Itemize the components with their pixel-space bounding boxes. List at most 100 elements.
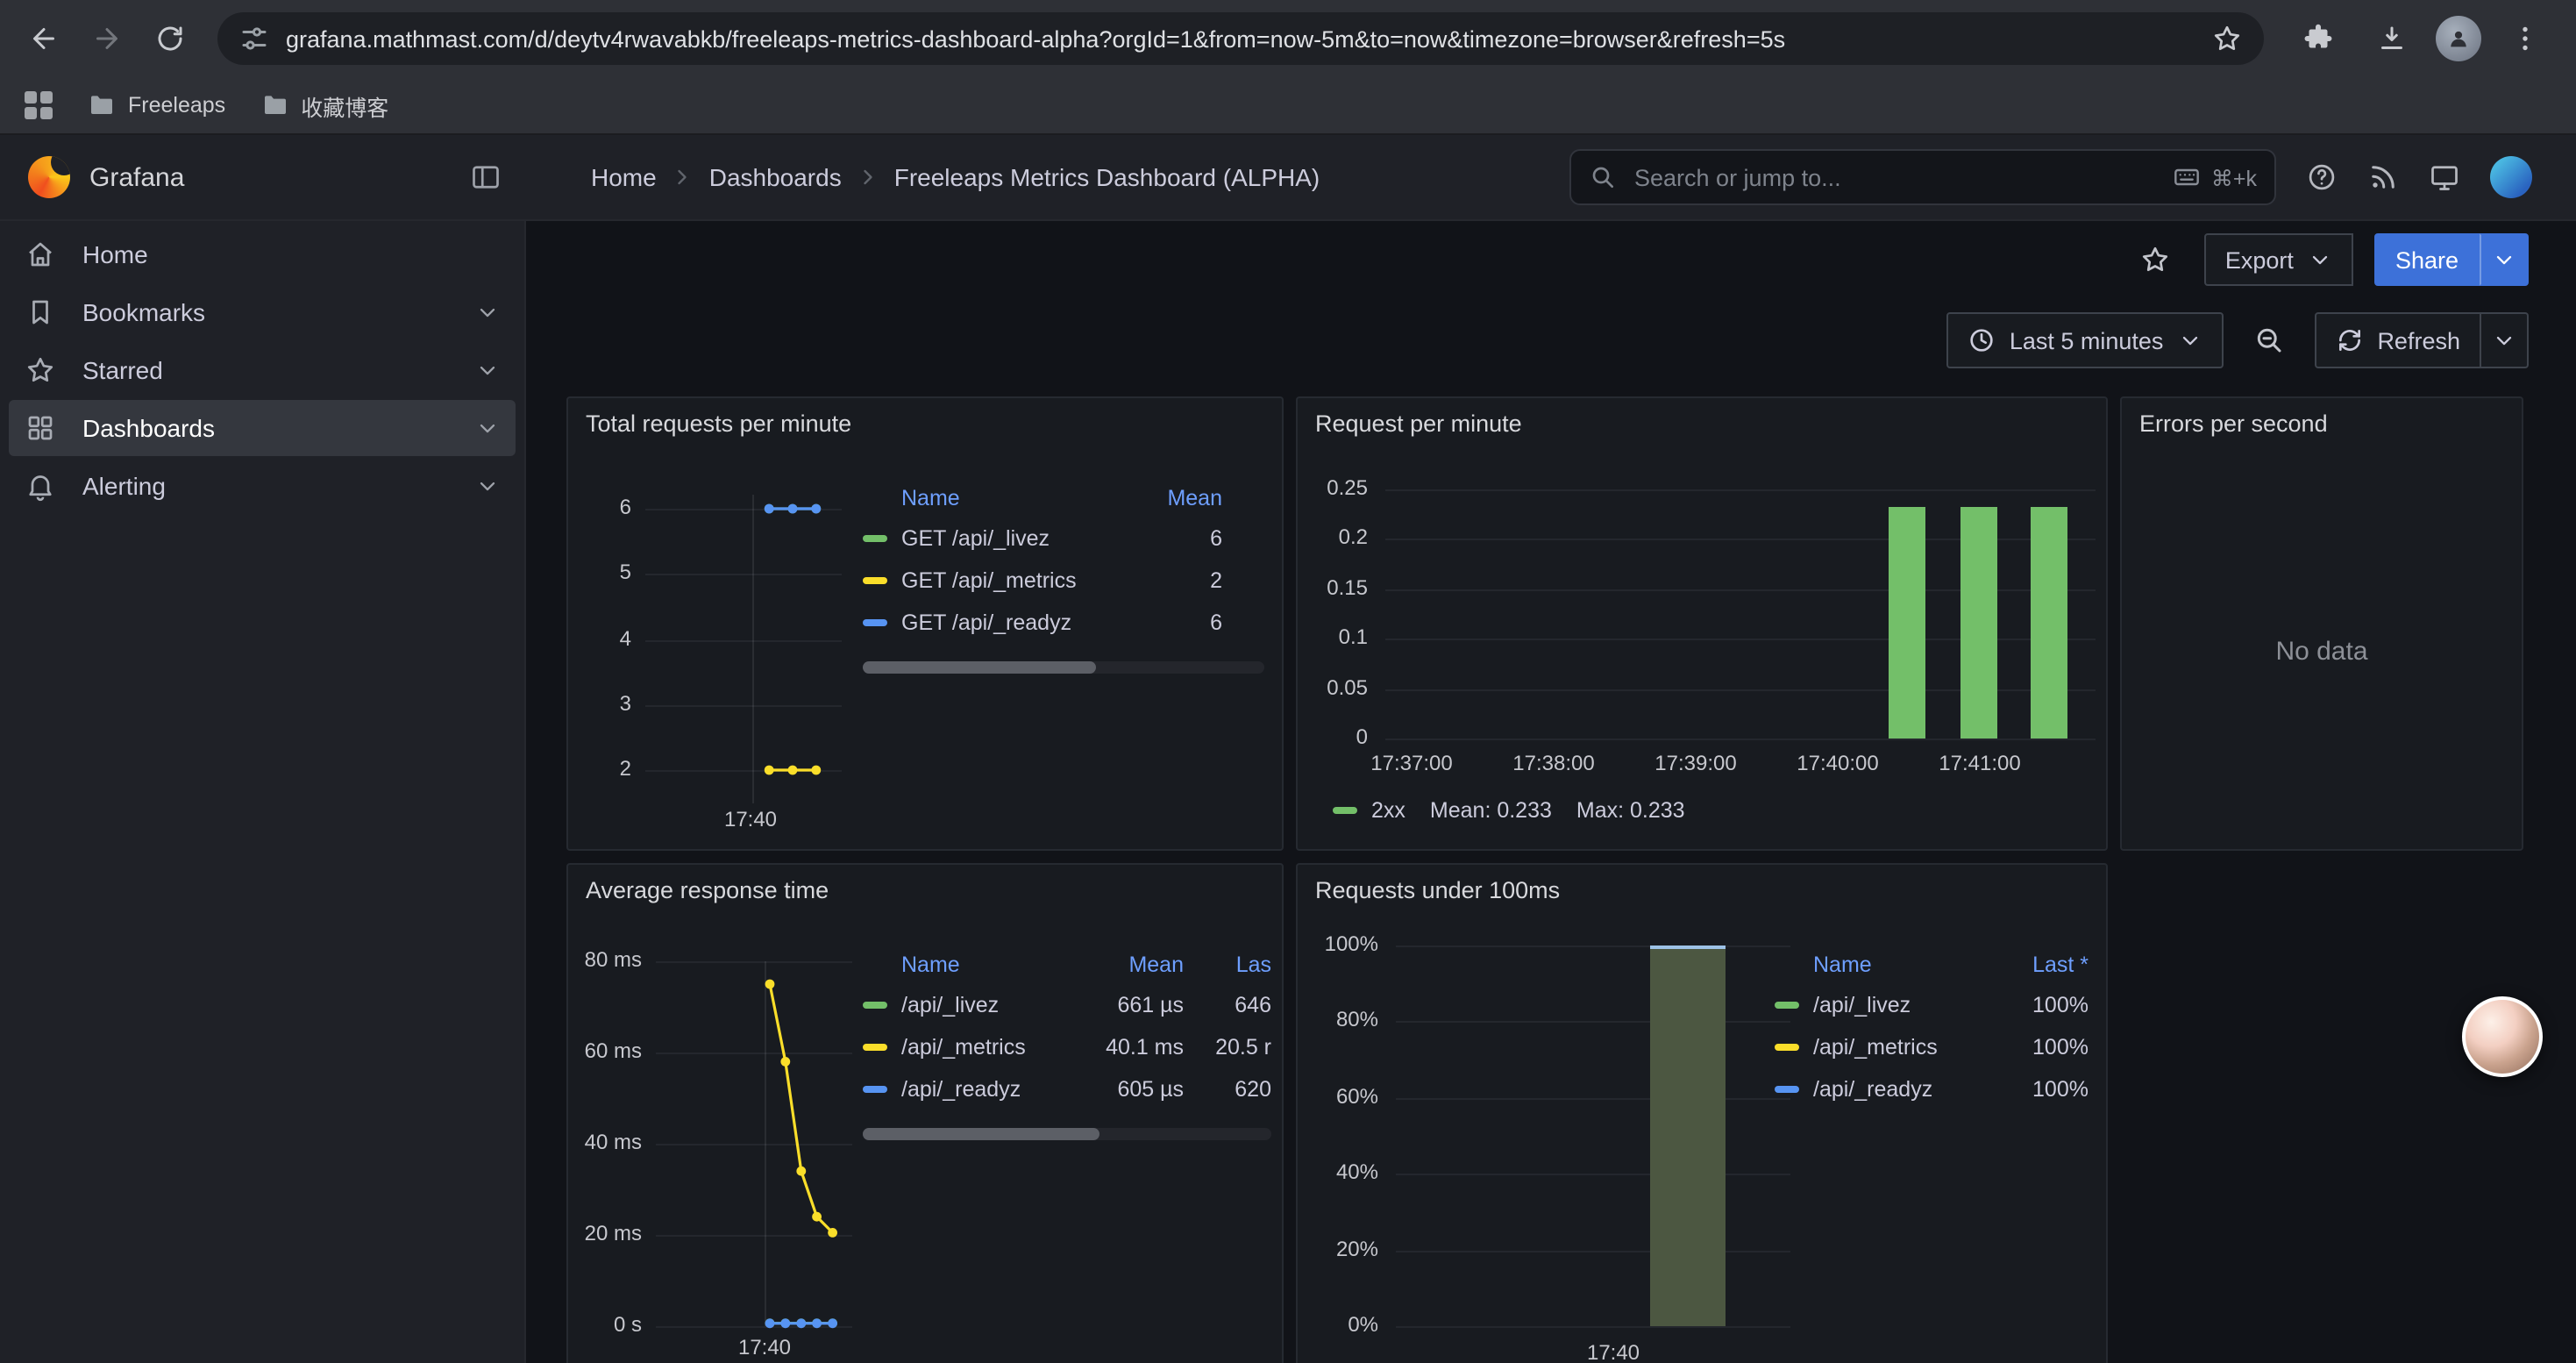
chevron-down-icon[interactable] [475, 474, 500, 498]
bookmark-folder-blogs[interactable]: 收藏博客 [260, 89, 388, 122]
legend-header-name[interactable]: Name [901, 486, 1117, 510]
breadcrumb-home[interactable]: Home [591, 163, 657, 191]
breadcrumb-dashboards[interactable]: Dashboards [709, 163, 842, 191]
series-name[interactable]: GET /api/_livez [901, 526, 1117, 551]
time-range-picker[interactable]: Last 5 minutes [1946, 312, 2224, 368]
chevron-down-icon[interactable] [475, 416, 500, 440]
series-point [828, 1228, 837, 1238]
d极ash-toolbar: Export Share [526, 221, 2576, 298]
share-dropdown[interactable] [2480, 233, 2529, 286]
share-button[interactable]: Share [2374, 233, 2480, 286]
forward-button[interactable] [77, 9, 137, 68]
monitor-icon[interactable] [2429, 161, 2460, 193]
brand-name: Grafana [89, 162, 184, 192]
bookmark-folder-freeleaps[interactable]: Freeleaps [88, 91, 225, 119]
url-bar[interactable] [217, 12, 2264, 65]
series-point [765, 1318, 775, 1328]
y-tick: 0.2 [1339, 525, 1368, 549]
apps-grid-icon[interactable] [25, 91, 53, 119]
legend-scrollbar[interactable] [863, 1128, 1271, 1140]
panel-title[interactable]: Request per minute [1315, 410, 1522, 437]
zoom-out-icon[interactable] [2240, 312, 2296, 368]
panel-request-per-minute: Request per minute 0.25 0.2 0.15 0.1 0.0… [1296, 396, 2108, 851]
panel-title[interactable]: Errors per second [2139, 410, 2328, 437]
site-info-icon[interactable] [238, 23, 270, 54]
series-color-chip [863, 1086, 887, 1093]
legend-header-mean[interactable]: Mean [1071, 953, 1184, 977]
scrollbar-thumb[interactable] [863, 661, 1096, 674]
series-name[interactable]: GET /api/_metrics [901, 568, 1117, 593]
sidebar-toggle-icon[interactable] [470, 161, 502, 193]
series-color-chip [863, 1002, 887, 1009]
search-input[interactable] [1631, 162, 2173, 192]
scrollbar-thumb[interactable] [863, 1128, 1099, 1140]
sidebar-item-alerting[interactable]: Alerting [9, 458, 516, 514]
series-name[interactable]: /api/_metrics [1813, 1035, 1983, 1060]
reload-button[interactable] [140, 9, 200, 68]
legend-header-last[interactable]: Las [1184, 953, 1271, 977]
breadcrumb-current: Freeleaps Metrics Dashboard (ALPHA) [894, 163, 1320, 191]
grafana-app: Grafana Home Dashboards Freeleaps Metric… [0, 135, 2576, 1363]
y-tick: 0.25 [1327, 475, 1368, 500]
chevron-down-icon[interactable] [475, 358, 500, 382]
series-name[interactable]: /api/_metrics [901, 1035, 1071, 1060]
legend-header-mean[interactable]: Mean [1117, 486, 1222, 510]
legend-scrollbar[interactable] [863, 661, 1264, 674]
browser-menu-icon[interactable] [2495, 9, 2555, 68]
chevron-right-icon [856, 165, 880, 189]
series-name[interactable]: /api/_readyz [1813, 1077, 1983, 1102]
panel-title[interactable]: Average response time [586, 877, 829, 903]
legend-header-last[interactable]: Last * [1983, 953, 2089, 977]
search-icon [1589, 163, 1617, 191]
sidebar-item-starred[interactable]: Starred [9, 342, 516, 398]
legend-header-name[interactable]: Name [1813, 953, 1983, 977]
url-input[interactable] [286, 25, 2197, 52]
series-mean: 2 [1117, 568, 1222, 593]
search-box[interactable]: ⌘+k [1569, 149, 2276, 205]
legend-row: GET /api/_livez 6 [863, 517, 1222, 560]
series-last: 646 [1184, 993, 1271, 1017]
browser-profile-avatar[interactable] [2436, 16, 2481, 61]
sidebar-item-dashboards[interactable]: Dashboards [9, 400, 516, 456]
help-icon[interactable] [2306, 161, 2338, 193]
legend-header-name[interactable]: Name [901, 953, 1071, 977]
series-name[interactable]: GET /api/_readyz [901, 610, 1117, 635]
favorite-star-icon[interactable] [2127, 232, 2183, 288]
brand-area: Grafana [0, 156, 526, 198]
panel-title[interactable]: Total requests per minute [586, 410, 851, 437]
legend-item[interactable]: 2xx [1333, 798, 1405, 823]
y-tick: 80 ms [585, 947, 642, 972]
sidebar-item-home[interactable]: Home [9, 226, 516, 282]
bar [1650, 946, 1726, 1326]
panel-grid: Total requests per minute 6 5 4 3 2 [566, 396, 2576, 1363]
series-name[interactable]: /api/_livez [1813, 993, 1983, 1017]
panel-title[interactable]: Requests under 100ms [1315, 877, 1560, 903]
sidebar-item-label: Starred [82, 356, 163, 384]
bookmarks-bar: Freeleaps 收藏博客 [0, 77, 2576, 135]
x-tick: 17:41:00 [1924, 751, 2036, 775]
series-mean: Mean: 0.233 [1430, 798, 1552, 823]
series-point [812, 1212, 822, 1222]
refresh-button[interactable]: Refresh [2314, 312, 2481, 368]
refresh-interval-dropdown[interactable] [2481, 312, 2529, 368]
series-name[interactable]: /api/_livez [901, 993, 1071, 1017]
folder-icon [88, 91, 116, 119]
back-button[interactable] [14, 9, 74, 68]
extensions-icon[interactable] [2288, 9, 2348, 68]
user-avatar[interactable] [2490, 156, 2532, 198]
series-last: 100% [1983, 993, 2089, 1017]
shortcut-label: ⌘+k [2211, 164, 2257, 190]
sidebar-item-bookmarks[interactable]: Bookmarks [9, 284, 516, 340]
bookmark-star-icon[interactable] [2211, 23, 2243, 54]
series-color-chip [863, 1044, 887, 1051]
x-tick: 17:38:00 [1498, 751, 1610, 775]
downloads-icon[interactable] [2362, 9, 2422, 68]
bar [1960, 506, 1996, 739]
y-tick: 60% [1336, 1084, 1378, 1109]
chevron-down-icon[interactable] [475, 300, 500, 325]
series-name[interactable]: /api/_readyz [901, 1077, 1071, 1102]
rss-icon[interactable] [2367, 161, 2399, 193]
export-button[interactable]: Export [2204, 233, 2353, 286]
grafana-logo[interactable] [28, 156, 70, 198]
floating-assistant-avatar[interactable] [2462, 996, 2543, 1077]
